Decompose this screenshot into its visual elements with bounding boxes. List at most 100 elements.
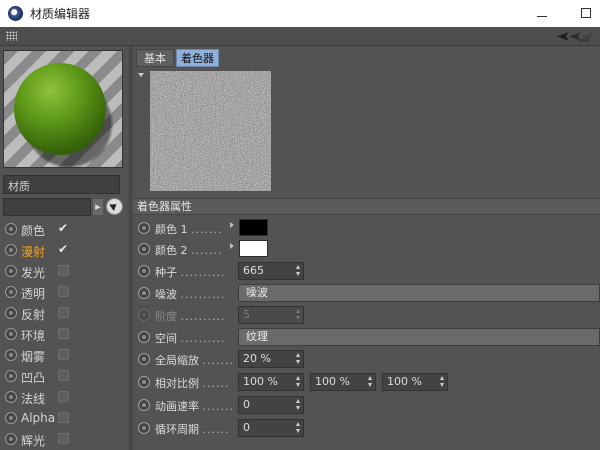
channel-checkbox[interactable] <box>58 349 69 360</box>
animate-radio[interactable] <box>5 307 17 319</box>
left-panel: 材质 ▶ 颜色 ✔ 漫射 ✔ 发光透明反射环境烟雾凹凸法线 Alpha 辉光 <box>0 46 130 450</box>
material-name-field[interactable]: 材质 <box>3 175 120 194</box>
seed-input[interactable]: 665 <box>238 262 304 280</box>
spinner-icon[interactable] <box>296 422 301 434</box>
material-search-input[interactable] <box>3 198 91 216</box>
relative-scale-x-input[interactable]: 100 % <box>238 373 304 391</box>
spinner-icon[interactable] <box>368 376 373 388</box>
spinner-icon[interactable] <box>296 399 301 411</box>
channel-item[interactable]: 发光 <box>3 262 125 280</box>
shader-preview[interactable] <box>150 71 271 191</box>
channel-checkbox[interactable] <box>58 307 69 318</box>
animate-radio[interactable] <box>5 349 17 361</box>
channel-item[interactable]: 凹凸 <box>3 367 125 385</box>
channel-label[interactable]: 辉光 <box>21 432 45 449</box>
animate-radio[interactable] <box>5 265 17 277</box>
loop-period-value: 0 <box>243 421 250 434</box>
checkmark-icon[interactable]: ✔ <box>58 243 69 255</box>
checkmark-icon[interactable]: ✔ <box>58 222 69 234</box>
param-color2: 颜色 2 ....... <box>133 239 600 259</box>
param-leader: .......... <box>180 310 226 323</box>
channel-checkbox[interactable] <box>58 265 69 276</box>
animate-radio[interactable] <box>5 328 17 340</box>
spinner-icon[interactable] <box>296 376 301 388</box>
animate-radio[interactable] <box>5 433 17 445</box>
material-preview[interactable] <box>3 50 123 168</box>
shader-properties-header[interactable]: 着色器属性 <box>133 198 600 215</box>
channel-label[interactable]: 烟雾 <box>21 348 45 365</box>
navigation-arrows-icon[interactable] <box>555 30 595 43</box>
animate-radio[interactable] <box>5 244 17 256</box>
animate-radio[interactable] <box>138 376 150 388</box>
spinner-icon[interactable] <box>296 265 301 277</box>
relative-scale-z-value: 100 % <box>387 375 422 388</box>
param-label: 种子 <box>155 266 177 279</box>
channel-item[interactable]: 颜色 ✔ <box>3 220 125 238</box>
color1-swatch[interactable] <box>239 219 268 236</box>
channel-label[interactable]: 透明 <box>21 285 45 302</box>
channel-label[interactable]: 反射 <box>21 306 45 323</box>
channel-label[interactable]: 颜色 <box>21 222 45 239</box>
animate-radio[interactable] <box>5 286 17 298</box>
animate-radio[interactable] <box>138 265 150 277</box>
channel-item[interactable]: 反射 <box>3 304 125 322</box>
animate-radio[interactable] <box>138 422 150 434</box>
color2-swatch[interactable] <box>239 240 268 257</box>
animate-radio[interactable] <box>5 223 17 235</box>
animate-radio[interactable] <box>5 370 17 382</box>
channel-checkbox[interactable] <box>58 328 69 339</box>
channel-label[interactable]: Alpha <box>21 411 55 425</box>
channel-item[interactable]: 法线 <box>3 388 125 406</box>
channel-label[interactable]: 发光 <box>21 264 45 281</box>
tab-basic[interactable]: 基本 <box>136 49 174 67</box>
channel-label[interactable]: 环境 <box>21 327 45 344</box>
param-label: 相对比例 <box>155 377 199 390</box>
animate-radio[interactable] <box>138 353 150 365</box>
relative-scale-y-input[interactable]: 100 % <box>310 373 376 391</box>
param-noise: 噪波 .......... 噪波 <box>133 283 600 303</box>
animate-radio[interactable] <box>138 243 150 255</box>
spinner-icon[interactable] <box>296 353 301 365</box>
channel-checkbox[interactable] <box>58 433 69 444</box>
maximize-button[interactable] <box>576 3 596 23</box>
channel-checkbox[interactable] <box>58 391 69 402</box>
relative-scale-z-input[interactable]: 100 % <box>382 373 448 391</box>
channel-item[interactable]: Alpha <box>3 409 125 427</box>
param-label: 空间 <box>155 332 177 345</box>
channel-item[interactable]: 透明 <box>3 283 125 301</box>
channel-checkbox[interactable] <box>58 286 69 297</box>
expand-arrow-icon[interactable] <box>230 222 234 228</box>
channel-item[interactable]: 辉光 <box>3 430 125 448</box>
minimize-button[interactable] <box>532 3 552 23</box>
channel-label[interactable]: 法线 <box>21 390 45 407</box>
expand-arrow-icon[interactable] <box>230 243 234 249</box>
grip-icon[interactable] <box>6 31 17 41</box>
channel-item[interactable]: 漫射 ✔ <box>3 241 125 259</box>
loop-period-input[interactable]: 0 <box>238 419 304 437</box>
search-dropdown-button[interactable]: ▶ <box>93 199 103 215</box>
param-color1: 颜色 1 ....... <box>133 218 600 238</box>
channel-item[interactable]: 环境 <box>3 325 125 343</box>
channel-checkbox[interactable] <box>58 412 69 423</box>
noise-type-dropdown[interactable]: 噪波 <box>238 284 600 302</box>
animation-speed-input[interactable]: 0 <box>238 396 304 414</box>
animate-radio[interactable] <box>138 331 150 343</box>
global-scale-input[interactable]: 20 % <box>238 350 304 368</box>
animate-radio[interactable] <box>5 391 17 403</box>
channel-label[interactable]: 凹凸 <box>21 369 45 386</box>
channel-label[interactable]: 漫射 <box>21 243 45 260</box>
relative-scale-y-value: 100 % <box>315 375 350 388</box>
param-leader: ....... <box>202 400 234 413</box>
animate-radio[interactable] <box>138 287 150 299</box>
param-label: 阶度 <box>155 310 177 323</box>
channel-checkbox[interactable] <box>58 370 69 381</box>
pick-cursor-icon[interactable] <box>106 198 123 215</box>
channel-item[interactable]: 烟雾 <box>3 346 125 364</box>
collapse-arrow-icon[interactable] <box>138 73 144 77</box>
tab-shader[interactable]: 着色器 <box>176 49 219 67</box>
spinner-icon[interactable] <box>440 376 445 388</box>
animate-radio[interactable] <box>138 222 150 234</box>
animate-radio[interactable] <box>5 412 17 424</box>
space-dropdown[interactable]: 纹理 <box>238 328 600 346</box>
animate-radio[interactable] <box>138 399 150 411</box>
